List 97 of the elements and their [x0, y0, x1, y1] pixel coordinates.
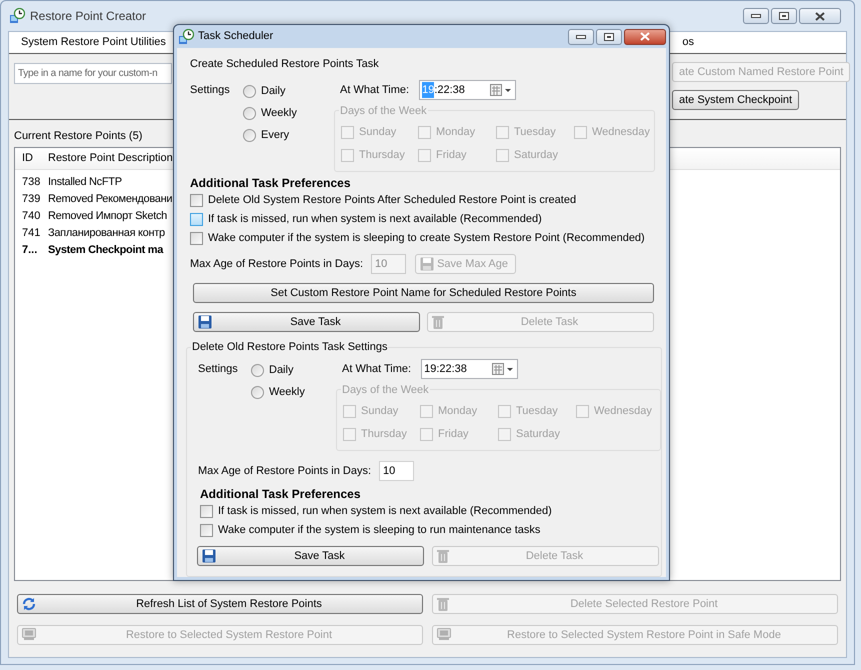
refresh-icon [22, 597, 36, 611]
minimize-icon [751, 14, 761, 18]
radio-button[interactable] [243, 84, 256, 98]
column-header[interactable]: Restore Point Description [42, 150, 173, 167]
monitor-icon [437, 628, 451, 640]
checkbox-label: Thursday [359, 148, 405, 164]
close-button[interactable] [799, 8, 841, 24]
table-cell-text: Installed NcFTP [47, 175, 122, 190]
max-age-label: Max Age of Restore Points in Days: [198, 464, 372, 479]
checkbox-label: If task is missed, run when system is next available (Recommended) [218, 504, 552, 520]
time-label: At What Time: [340, 82, 410, 98]
close-icon [640, 32, 650, 41]
close-button[interactable] [624, 28, 666, 44]
menu-item[interactable]: System Restore Point Utilities [9, 34, 166, 51]
maximize-icon [604, 32, 614, 40]
window-title: Restore Point Creator [30, 8, 146, 25]
section-heading: Additional Task Preferences [200, 486, 360, 502]
custom-name-button[interactable]: Set Custom Restore Point Name for Scheduled Restore Points [193, 283, 654, 303]
save-task-button[interactable]: Save Task [193, 312, 420, 332]
name-input-field[interactable]: Type in a name for your custom-n [14, 63, 172, 84]
radio-label: Weekly [261, 106, 297, 121]
maximize-button[interactable] [771, 8, 797, 24]
checkbox-label: If task is missed, run when system is next available (Recommended) [208, 212, 542, 228]
table-cell-text: Removed Импорт Sketch [47, 209, 167, 224]
trash-can-icon [437, 549, 449, 563]
radio-button[interactable] [251, 386, 264, 398]
table-cell-text: 7... [21, 243, 38, 258]
table-cell-text: 739 [21, 192, 42, 208]
max-age-field[interactable]: 10 [379, 461, 414, 481]
checkbox-label: Sunday [359, 125, 396, 140]
column-header[interactable]: ID [15, 150, 42, 167]
trash-can-icon [432, 315, 444, 329]
time-picker-field[interactable]: 19:22:38 [421, 359, 518, 379]
time-value: 19:22:38 [424, 362, 467, 377]
checkbox-label: Thursday [361, 427, 407, 442]
clock-computer-icon [178, 28, 194, 44]
max-age-label: Max Age of Restore Points in Days: [190, 256, 364, 272]
checkbox-label: Saturday [516, 427, 560, 442]
radio-button[interactable] [251, 364, 264, 376]
section-heading: Create Scheduled Restore Points Task [190, 57, 379, 72]
table-cell-text: System Checkpoint ma [47, 243, 164, 258]
minimize-button[interactable] [568, 28, 594, 44]
table-cell-text: 741 [21, 226, 42, 242]
section-label: Current Restore Points (5) [14, 129, 142, 144]
dialog-title: Task Scheduler [198, 29, 274, 44]
monitor-icon [22, 628, 36, 640]
checkbox-label: Wednesday [594, 404, 652, 420]
selected-hours: 19 [422, 82, 434, 98]
calendar-dropdown-icon [492, 363, 514, 375]
checkbox-label: Wednesday [592, 125, 650, 140]
calendar-dropdown-icon [490, 84, 512, 96]
maximize-button[interactable] [596, 28, 622, 44]
checkbox-label: Saturday [514, 148, 558, 164]
radio-button[interactable] [243, 106, 256, 120]
settings-label: Settings [190, 83, 231, 98]
checkbox-label: Tuesday [514, 125, 556, 140]
close-icon [815, 12, 825, 20]
checkbox[interactable] [200, 505, 213, 518]
table-cell-text: 738 [21, 175, 42, 190]
radio-button[interactable] [243, 128, 256, 142]
radio-label: Every [261, 128, 290, 143]
checkbox-label: Delete Old System Restore Points After Scheduled Restore Point is created [208, 193, 576, 208]
checkbox-label: Sunday [361, 404, 398, 420]
radio-label: Weekly [269, 384, 305, 400]
create-checkpoint-button[interactable]: ate System Checkpoint [672, 90, 800, 110]
clock-computer-icon [9, 8, 25, 24]
time-value: :22:38 [434, 82, 465, 98]
checkbox-label: Tuesday [516, 404, 558, 420]
checkbox[interactable] [190, 194, 203, 207]
group-title: Delete Old Restore Points Task Settings [191, 339, 388, 356]
group-title: Days of the Week [341, 382, 430, 398]
minimize-icon [576, 34, 586, 38]
checkbox-label: Friday [438, 427, 469, 442]
table-cell-text: Запланированная контр [47, 226, 165, 242]
checkbox[interactable] [200, 524, 213, 537]
save-task-button[interactable]: Save Task [197, 546, 424, 566]
checkbox-label: Monday [436, 125, 476, 140]
minimize-button[interactable] [743, 8, 769, 24]
radio-label: Daily [261, 84, 286, 99]
checkbox[interactable] [190, 232, 203, 245]
group-title: Days of the Week [339, 103, 428, 120]
checkbox-label: Friday [436, 148, 467, 164]
checkbox-label: Monday [438, 404, 478, 420]
section-heading: Additional Task Preferences [190, 175, 350, 191]
table-cell-text: Removed Рекомендовани [47, 192, 172, 208]
checkbox[interactable] [190, 213, 203, 226]
radio-label: Daily [269, 362, 294, 378]
time-label: At What Time: [342, 362, 412, 377]
time-picker-field[interactable]: 19:22:38 [419, 80, 516, 100]
maximize-icon [779, 12, 789, 20]
menu-item[interactable]: os [682, 34, 700, 51]
settings-label: Settings [198, 362, 239, 377]
refresh-button[interactable]: Refresh List of System Restore Points [17, 594, 423, 614]
table-cell-text: 740 [21, 209, 42, 224]
checkbox-label: Wake computer if the system is sleeping to run maintenance tasks [218, 523, 540, 538]
checkbox-label: Wake computer if the system is sleeping to create System Restore Point (Recommended) [208, 231, 645, 246]
trash-can-icon [437, 597, 449, 611]
